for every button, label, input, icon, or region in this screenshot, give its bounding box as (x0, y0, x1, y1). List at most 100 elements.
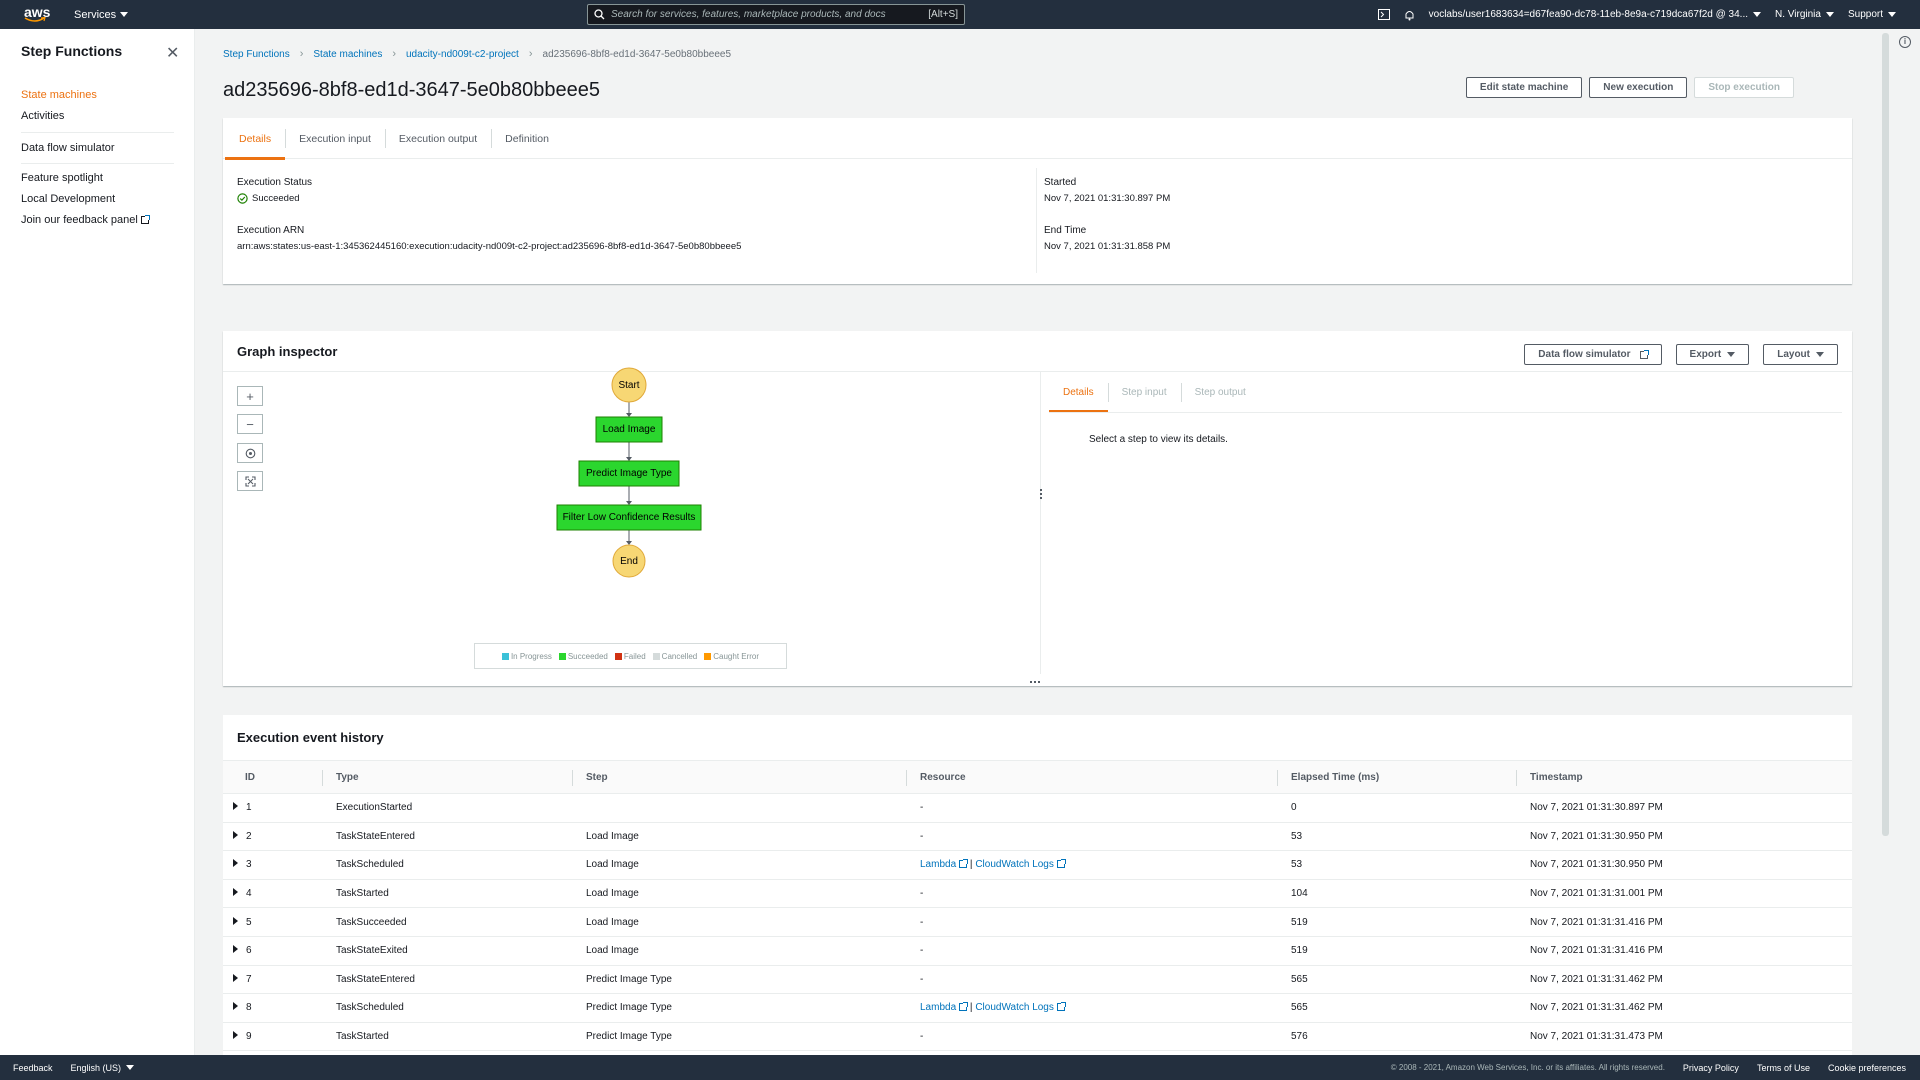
graph-legend: In Progress Succeeded Failed Cancelled C… (474, 643, 787, 669)
column-header-type[interactable]: Type (322, 760, 572, 794)
expand-row-icon[interactable] (233, 945, 238, 954)
row-type: TaskStateEntered (322, 822, 572, 852)
graph-node-start[interactable]: Start (611, 367, 647, 403)
column-header-timestamp[interactable]: Timestamp (1516, 760, 1852, 794)
support-menu[interactable]: Support (1848, 9, 1896, 20)
row-elapsed: 53 (1277, 822, 1516, 852)
table-row[interactable]: 6 TaskStateExited Load Image - 519 Nov 7, 202… (223, 936, 1852, 966)
layout-label: Layout (1777, 349, 1810, 360)
row-resource-cell: - (906, 907, 1277, 937)
cloudwatch-logs-link[interactable]: CloudWatch Logs (975, 1002, 1066, 1013)
sidebar-title: Step Functions (21, 43, 123, 59)
sidebar-item-data-flow-simulator[interactable]: Data flow simulator (21, 142, 115, 154)
external-link-icon (959, 1002, 969, 1012)
tab-details[interactable]: Details (225, 118, 286, 160)
notifications-button[interactable] (1404, 9, 1415, 21)
expand-row-icon[interactable] (233, 830, 238, 839)
row-id: 6 (246, 945, 252, 957)
sidebar-item-feature-spotlight[interactable]: Feature spotlight (21, 172, 103, 184)
table-row[interactable]: 1 ExecutionStarted - 0 Nov 7, 2021 01:31:30.… (223, 793, 1852, 823)
row-resource: - (920, 916, 924, 928)
sidebar-divider (21, 132, 174, 133)
account-menu[interactable]: voclabs/user1683634=d67fea90-dc78-11eb-8… (1428, 9, 1762, 20)
lambda-link[interactable]: Lambda (920, 859, 969, 870)
row-resource-cell: - (906, 793, 1277, 823)
link-separator: | (969, 1002, 973, 1014)
graph-node-load-image[interactable]: Load Image (595, 416, 663, 443)
expand-row-icon[interactable] (233, 888, 238, 897)
table-row[interactable]: 5 TaskSucceeded Load Image - 519 Nov 7, 2021 … (223, 907, 1852, 937)
copyright-text: © 2008 - 2021, Amazon Web Services, Inc.… (1390, 1063, 1665, 1072)
cookie-preferences-link[interactable]: Cookie preferences (1828, 1063, 1906, 1073)
expand-row-icon[interactable] (233, 1031, 238, 1040)
cloudshell-button[interactable] (1377, 9, 1390, 20)
execution-event-history-panel: Execution event history ID Type Step Res… (223, 715, 1852, 1080)
tab-step-details[interactable]: Details (1049, 372, 1108, 413)
row-timestamp: Nov 7, 2021 01:31:31.416 PM (1516, 936, 1852, 966)
privacy-policy-link[interactable]: Privacy Policy (1683, 1063, 1739, 1073)
legend-label: In Progress (510, 651, 552, 661)
legend-label: Failed (623, 651, 646, 661)
language-selector[interactable]: English (US) (71, 1063, 135, 1073)
column-header-id[interactable]: ID (223, 760, 322, 794)
expand-row-icon[interactable] (233, 859, 238, 868)
feedback-link[interactable]: Feedback (13, 1063, 53, 1073)
services-menu[interactable]: Services (74, 9, 129, 21)
graph-node-predict-image-type[interactable]: Predict Image Type (578, 460, 680, 487)
tab-definition[interactable]: Definition (491, 118, 563, 159)
expand-row-icon[interactable] (233, 1002, 238, 1011)
edit-state-machine-button[interactable]: Edit state machine (1465, 77, 1583, 98)
export-button[interactable]: Export (1675, 344, 1750, 365)
table-row[interactable]: 7 TaskStateEntered Predict Image Type - 565 N… (223, 965, 1852, 995)
sidebar-item-activities[interactable]: Activities (21, 110, 64, 122)
event-history-table: ID Type Step Resource Elapsed Time (ms) … (223, 760, 1852, 1052)
row-timestamp: Nov 7, 2021 01:31:30.950 PM (1516, 822, 1852, 852)
cloudwatch-logs-link[interactable]: CloudWatch Logs (975, 859, 1066, 870)
main-content: Step Functions › State machines › udacit… (196, 29, 1880, 1080)
table-row[interactable]: 3 TaskScheduled Load Image Lambda | CloudWa… (223, 850, 1852, 880)
vertical-resize-handle-icon[interactable] (1037, 489, 1045, 503)
sidebar-item-local-development[interactable]: Local Development (21, 193, 115, 205)
sidebar-item-state-machines[interactable]: State machines (21, 89, 97, 101)
expand-row-icon[interactable] (233, 916, 238, 925)
caret-down-icon (1816, 352, 1824, 357)
caret-down-icon (1753, 12, 1762, 17)
column-header-step[interactable]: Step (572, 760, 906, 794)
row-type: TaskStateEntered (322, 965, 572, 995)
region-menu[interactable]: N. Virginia (1775, 9, 1834, 20)
table-row[interactable]: 2 TaskStateEntered Load Image - 53 Nov 7, 202… (223, 822, 1852, 852)
row-timestamp: Nov 7, 2021 01:31:30.897 PM (1516, 793, 1852, 823)
expand-row-icon[interactable] (233, 973, 238, 982)
data-flow-simulator-label: Data flow simulator (1538, 349, 1631, 360)
tab-execution-input[interactable]: Execution input (285, 118, 385, 159)
global-search[interactable]: [Alt+S] (587, 4, 965, 25)
tab-execution-output[interactable]: Execution output (384, 118, 491, 159)
column-header-resource[interactable]: Resource (906, 760, 1277, 794)
sidebar-item-feedback-panel[interactable]: Join our feedback panel (21, 214, 150, 226)
table-row[interactable]: 8 TaskScheduled Predict Image Type Lambda |… (223, 993, 1852, 1023)
close-icon[interactable]: ✕ (166, 43, 179, 63)
breadcrumb-state-machine[interactable]: udacity-nd009t-c2-project (406, 49, 519, 60)
horizontal-resize-handle-icon[interactable] (1030, 681, 1042, 685)
info-icon[interactable]: i (1899, 36, 1911, 48)
account-label: voclabs/user1683634=d67fea90-dc78-11eb-8… (1428, 9, 1749, 20)
legend-swatch (652, 652, 660, 660)
table-row[interactable]: 9 TaskStarted Predict Image Type - 576 Nov 7,… (223, 1022, 1852, 1052)
layout-button[interactable]: Layout (1763, 344, 1838, 365)
search-input[interactable] (611, 9, 929, 20)
row-timestamp: Nov 7, 2021 01:31:31.001 PM (1516, 879, 1852, 909)
page-scrollbar[interactable] (1882, 33, 1889, 836)
split-pane-divider[interactable] (1040, 371, 1041, 674)
graph-node-end[interactable]: End (612, 544, 646, 578)
expand-row-icon[interactable] (233, 802, 238, 811)
data-flow-simulator-button[interactable]: Data flow simulator (1524, 344, 1662, 365)
lambda-link[interactable]: Lambda (920, 1002, 969, 1013)
column-header-elapsed[interactable]: Elapsed Time (ms) (1277, 760, 1516, 794)
new-execution-button[interactable]: New execution (1589, 77, 1688, 98)
graph-node-filter-low-confidence[interactable]: Filter Low Confidence Results (556, 504, 702, 531)
breadcrumb-step-functions[interactable]: Step Functions (223, 49, 290, 60)
breadcrumb-state-machines[interactable]: State machines (313, 49, 382, 60)
table-row[interactable]: 4 TaskStarted Load Image - 104 Nov 7, 2021 01… (223, 879, 1852, 909)
terms-of-use-link[interactable]: Terms of Use (1757, 1063, 1810, 1073)
aws-logo[interactable]: aws (0, 5, 74, 23)
